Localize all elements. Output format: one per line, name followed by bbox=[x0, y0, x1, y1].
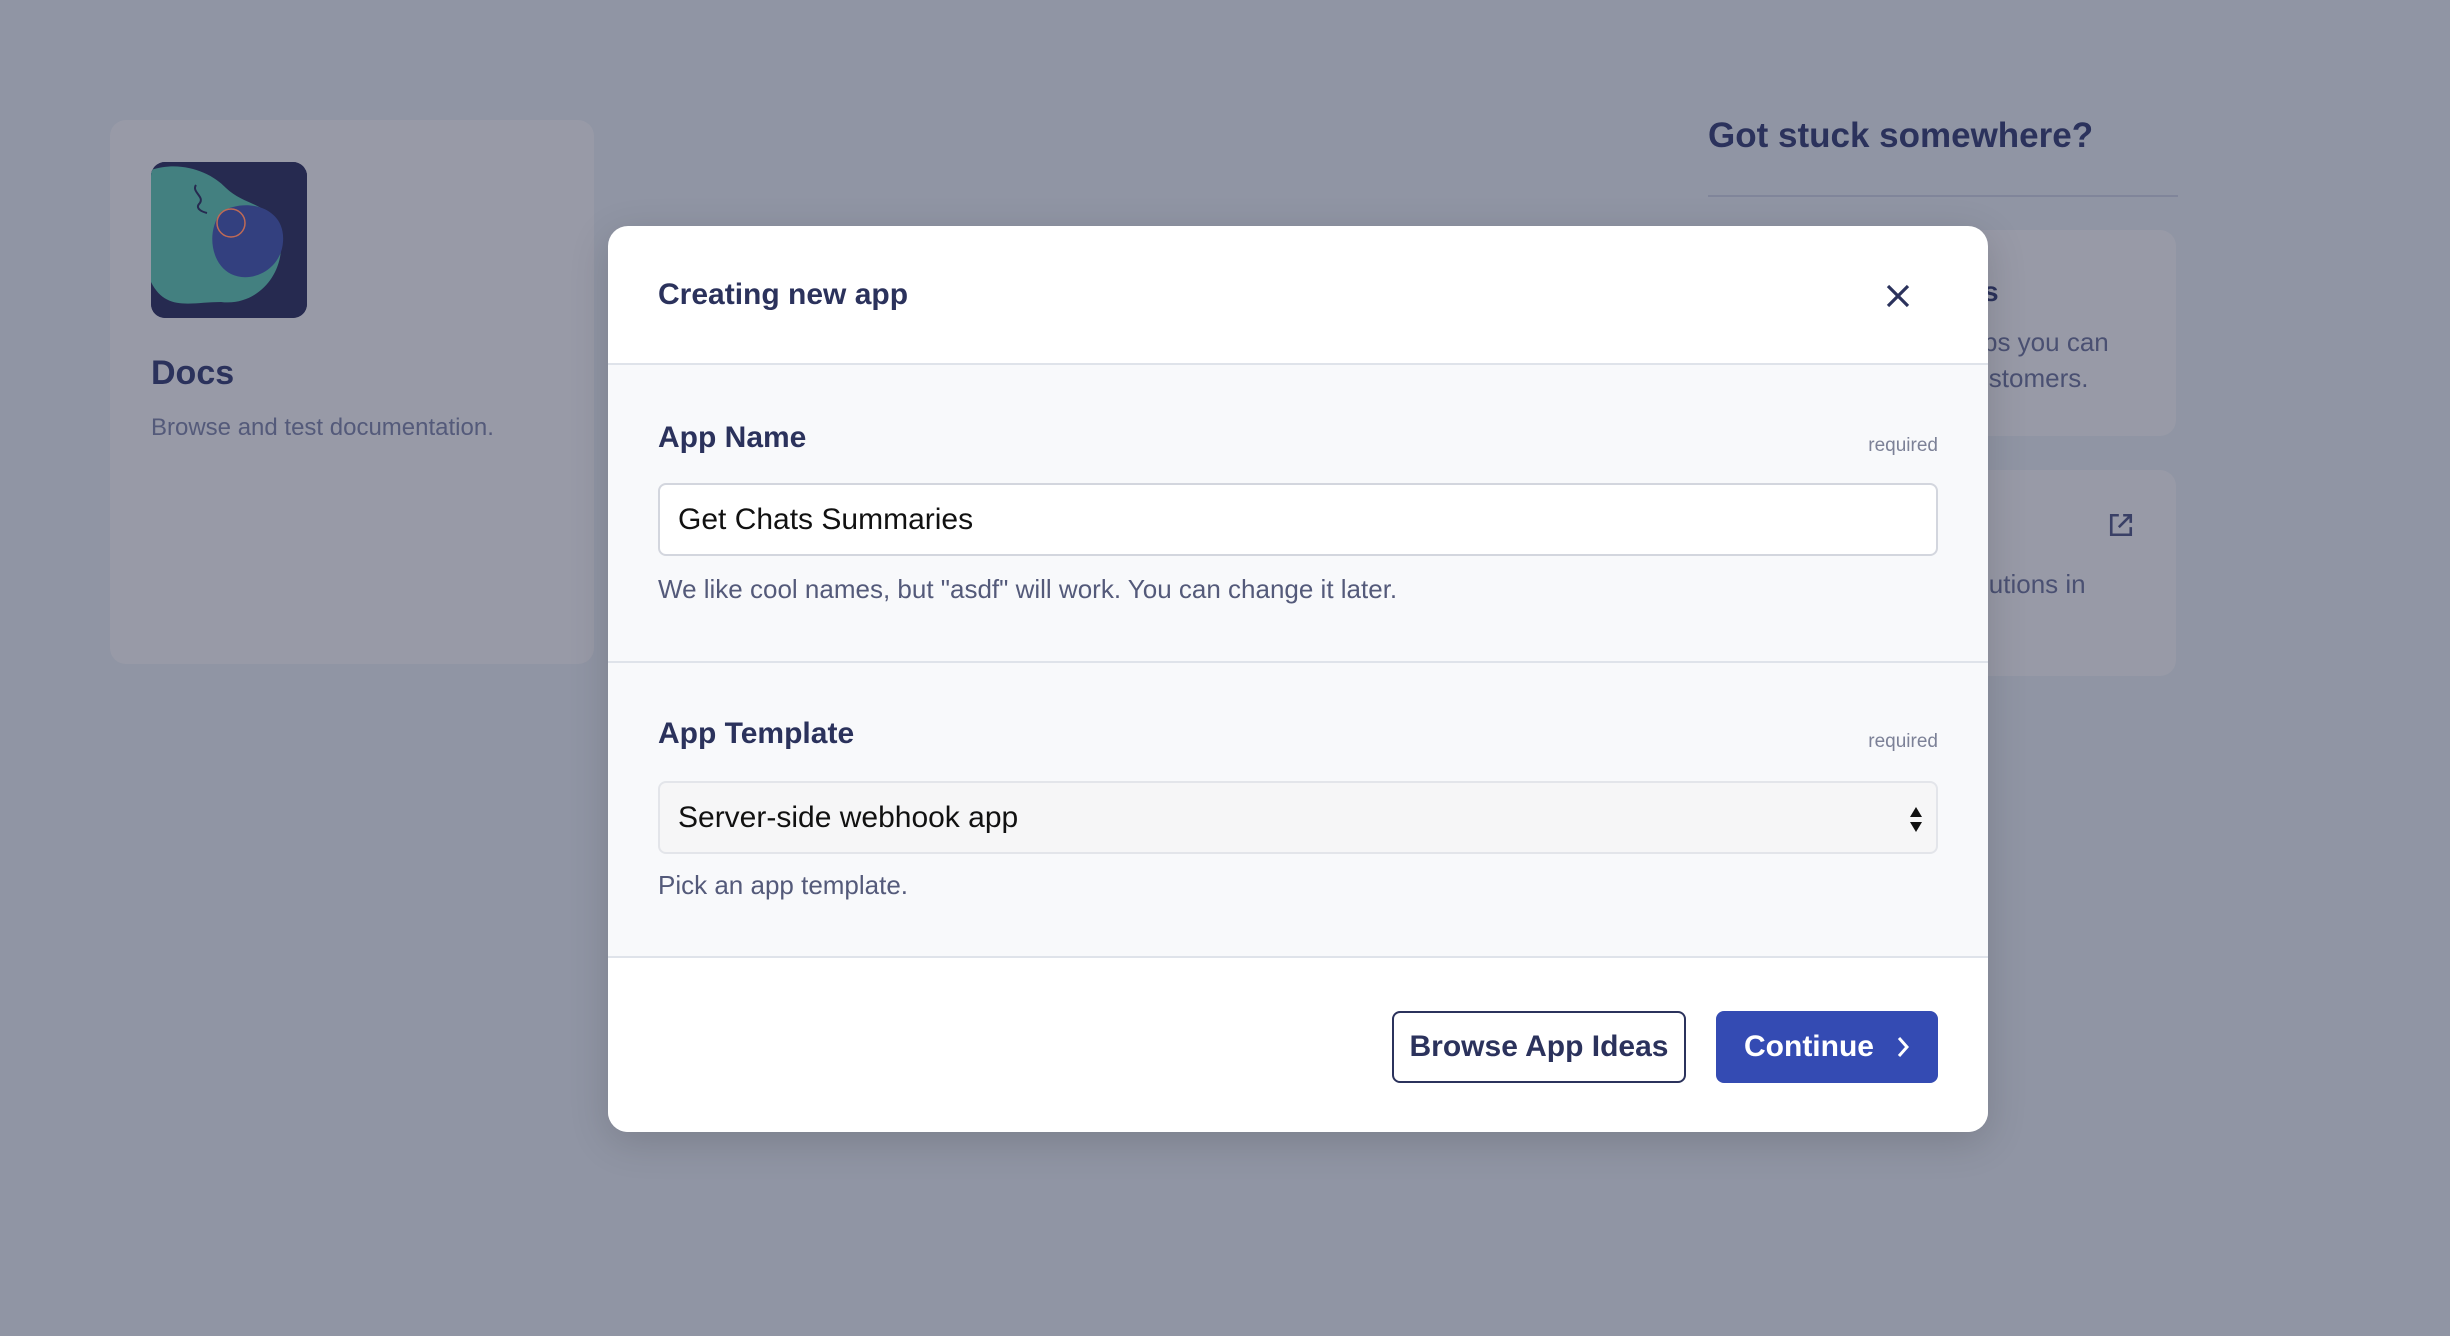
continue-button[interactable]: Continue bbox=[1716, 1011, 1938, 1083]
modal-footer: Browse App Ideas Continue bbox=[608, 959, 1988, 1132]
docs-illustration-icon bbox=[151, 162, 307, 318]
help-card-text: ps you can bbox=[1983, 327, 2109, 357]
chevron-right-icon bbox=[1897, 1037, 1909, 1057]
close-button[interactable] bbox=[1880, 278, 1916, 314]
required-indicator: required bbox=[1868, 435, 1938, 456]
app-template-helper: Pick an app template. bbox=[658, 870, 909, 900]
close-icon bbox=[1886, 284, 1910, 308]
browse-app-ideas-button[interactable]: Browse App Ideas bbox=[1392, 1011, 1686, 1083]
app-template-section: App Template required Server-side webhoo… bbox=[608, 663, 1988, 958]
app-template-label: App Template bbox=[658, 717, 855, 750]
app-name-label: App Name bbox=[658, 421, 807, 454]
app-name-input[interactable] bbox=[658, 483, 1938, 556]
docs-title: Docs bbox=[151, 354, 235, 392]
create-app-modal: Creating new app App Name required We li… bbox=[608, 226, 1988, 1132]
continue-label: Continue bbox=[1744, 1030, 1874, 1063]
modal-title: Creating new app bbox=[658, 278, 909, 311]
help-card-text: lutions in bbox=[1983, 569, 2086, 599]
divider bbox=[1708, 195, 2178, 197]
docs-description: Browse and test documentation. bbox=[151, 414, 494, 441]
help-card-text: istomers. bbox=[1983, 363, 2089, 393]
docs-card[interactable]: Docs Browse and test documentation. bbox=[110, 120, 594, 664]
app-name-section: App Name required We like cool names, bu… bbox=[608, 365, 1988, 663]
external-link-icon bbox=[2109, 513, 2133, 537]
modal-header: Creating new app bbox=[608, 226, 1988, 365]
help-heading: Got stuck somewhere? bbox=[1708, 116, 2094, 155]
selected-template: Server-side webhook app bbox=[678, 800, 1019, 834]
app-template-select[interactable]: Server-side webhook app bbox=[658, 781, 1938, 854]
required-indicator: required bbox=[1868, 731, 1938, 752]
browse-label: Browse App Ideas bbox=[1409, 1030, 1669, 1063]
select-arrows-icon bbox=[1910, 807, 1922, 832]
app-name-helper: We like cool names, but "asdf" will work… bbox=[658, 574, 1398, 604]
